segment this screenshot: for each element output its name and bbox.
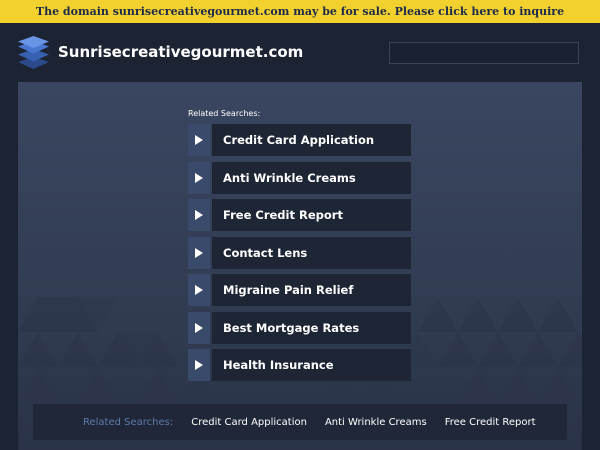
- related-link-label[interactable]: Contact Lens: [212, 236, 411, 269]
- play-triangle-icon: [188, 236, 210, 269]
- related-link-label[interactable]: Migraine Pain Relief: [212, 274, 411, 306]
- play-triangle-icon: [188, 124, 210, 156]
- play-triangle-icon: [188, 349, 210, 381]
- related-searches-label: Related Searches:: [188, 109, 261, 118]
- bottom-related-link[interactable]: Credit Card Application: [191, 417, 307, 428]
- play-triangle-icon: [188, 161, 210, 194]
- layered-stack-icon: [18, 36, 49, 69]
- related-link[interactable]: Health Insurance: [188, 349, 411, 381]
- domain-sale-banner[interactable]: The domain sunrisecreativegourmet.com ma…: [0, 0, 600, 23]
- related-link[interactable]: Credit Card Application: [188, 124, 411, 156]
- main-panel: Related Searches: Credit Card Applicatio…: [18, 82, 582, 450]
- related-link-label[interactable]: Credit Card Application: [212, 124, 411, 156]
- search-input[interactable]: [389, 42, 579, 64]
- related-link-label[interactable]: Best Mortgage Rates: [212, 311, 411, 344]
- related-link[interactable]: Free Credit Report: [188, 199, 411, 231]
- bottom-related-label: Related Searches:: [83, 416, 174, 428]
- related-link-label[interactable]: Health Insurance: [212, 349, 411, 381]
- bottom-related-link[interactable]: Free Credit Report: [445, 417, 536, 428]
- site-title[interactable]: Sunrisecreativegourmet.com: [58, 42, 303, 62]
- related-link-label[interactable]: Free Credit Report: [212, 199, 411, 231]
- bottom-related-link[interactable]: Anti Wrinkle Creams: [325, 417, 427, 428]
- play-triangle-icon: [188, 199, 210, 231]
- play-triangle-icon: [188, 274, 210, 306]
- related-link[interactable]: Migraine Pain Relief: [188, 274, 411, 306]
- site-header: Sunrisecreativegourmet.com: [0, 23, 600, 82]
- related-links-list: Credit Card Application Anti Wrinkle Cre…: [188, 124, 411, 387]
- related-link[interactable]: Best Mortgage Rates: [188, 311, 411, 344]
- related-link[interactable]: Contact Lens: [188, 236, 411, 269]
- related-link[interactable]: Anti Wrinkle Creams: [188, 161, 411, 194]
- related-link-label[interactable]: Anti Wrinkle Creams: [212, 161, 411, 194]
- play-triangle-icon: [188, 311, 210, 344]
- bottom-related-bar: Related Searches: Credit Card Applicatio…: [33, 404, 567, 440]
